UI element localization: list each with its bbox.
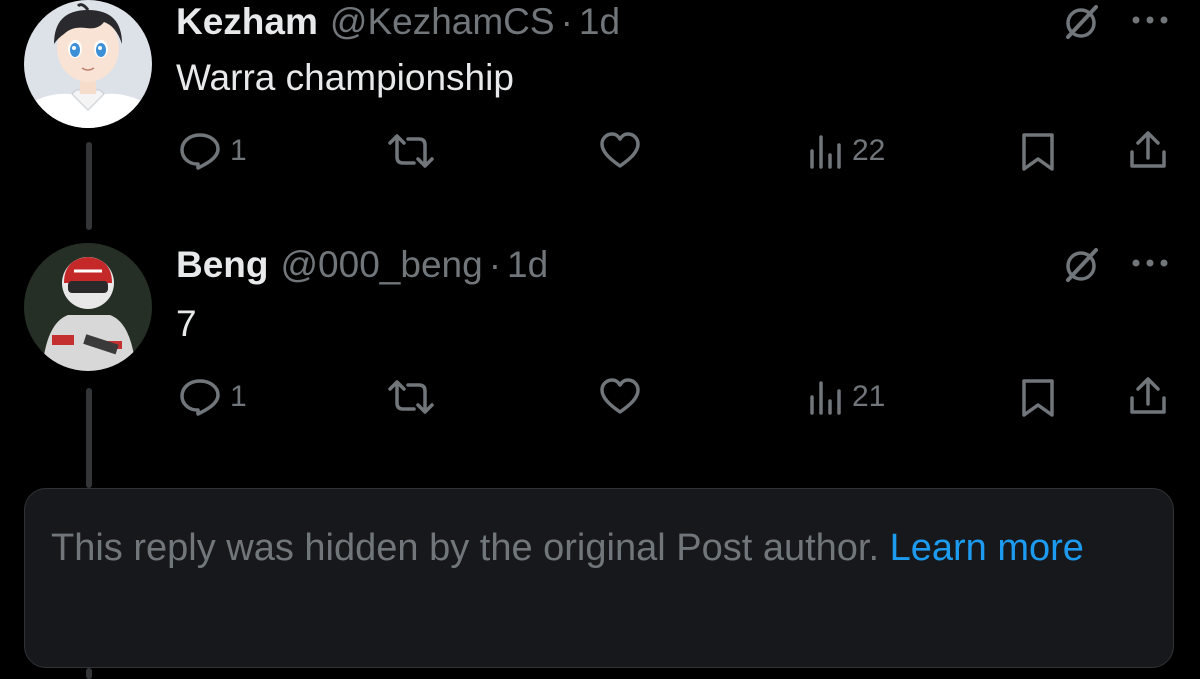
display-name[interactable]: Beng [176, 243, 269, 287]
views-count: 22 [852, 134, 886, 167]
views-icon [810, 135, 841, 169]
bookmark-button[interactable] [1018, 131, 1058, 173]
anime-boy-avatar-icon [24, 0, 152, 128]
share-icon [1130, 131, 1166, 168]
views-button[interactable]: 22 [806, 131, 885, 171]
grok-button[interactable] [1058, 0, 1106, 44]
more-button[interactable] [1128, 0, 1172, 40]
more-dots-icon [1132, 16, 1168, 24]
grok-button[interactable] [1058, 243, 1106, 287]
like-button[interactable] [598, 131, 648, 171]
display-name[interactable]: Kezham [176, 0, 318, 44]
hidden-reply-text: This reply was hidden by the original Po… [51, 527, 890, 569]
reply-button[interactable]: 1 [178, 131, 247, 171]
reply-count: 1 [230, 134, 247, 167]
separator-dot: · [488, 244, 502, 285]
share-button[interactable] [1126, 374, 1170, 418]
bookmark-icon [1022, 133, 1054, 171]
post-time[interactable]: 1d [579, 0, 620, 44]
repost-button[interactable] [386, 131, 442, 171]
learn-more-link[interactable]: Learn more [890, 527, 1084, 569]
reply-count: 1 [230, 380, 247, 413]
more-dots-icon [1132, 259, 1168, 267]
bookmark-icon [1022, 379, 1054, 417]
post-text: Warra championship [176, 57, 514, 98]
user-handle[interactable]: @KezhamCS [330, 0, 555, 44]
views-icon [810, 381, 841, 415]
post-header: Beng @000_beng · 1d [176, 243, 548, 287]
separator-dot: · [560, 1, 573, 42]
post-text: 7 [176, 303, 197, 344]
reply-icon [180, 133, 220, 170]
more-button[interactable] [1128, 243, 1172, 283]
like-button[interactable] [598, 377, 648, 417]
heart-icon [600, 378, 640, 414]
user-handle[interactable]: @000_beng [281, 243, 483, 287]
post-header: Kezham @KezhamCS · 1d [176, 0, 620, 44]
repost-icon [388, 134, 434, 168]
racing-driver-avatar-icon [24, 243, 152, 371]
avatar[interactable] [24, 243, 152, 371]
views-button[interactable]: 21 [806, 377, 885, 417]
reply-icon [180, 379, 220, 416]
post-time[interactable]: 1d [507, 243, 548, 287]
bookmark-button[interactable] [1018, 377, 1058, 419]
avatar[interactable] [24, 0, 152, 128]
views-count: 21 [852, 380, 886, 413]
heart-icon [600, 132, 640, 168]
hidden-reply-notice: This reply was hidden by the original Po… [24, 488, 1174, 668]
repost-icon [388, 380, 434, 414]
thread-line [86, 388, 92, 488]
share-button[interactable] [1126, 128, 1170, 172]
repost-button[interactable] [386, 377, 442, 417]
thread-line [86, 668, 92, 679]
grok-icon [1066, 5, 1098, 39]
grok-icon [1066, 248, 1098, 282]
reply-button[interactable]: 1 [178, 377, 247, 417]
thread-line [86, 142, 92, 230]
share-icon [1130, 377, 1166, 414]
